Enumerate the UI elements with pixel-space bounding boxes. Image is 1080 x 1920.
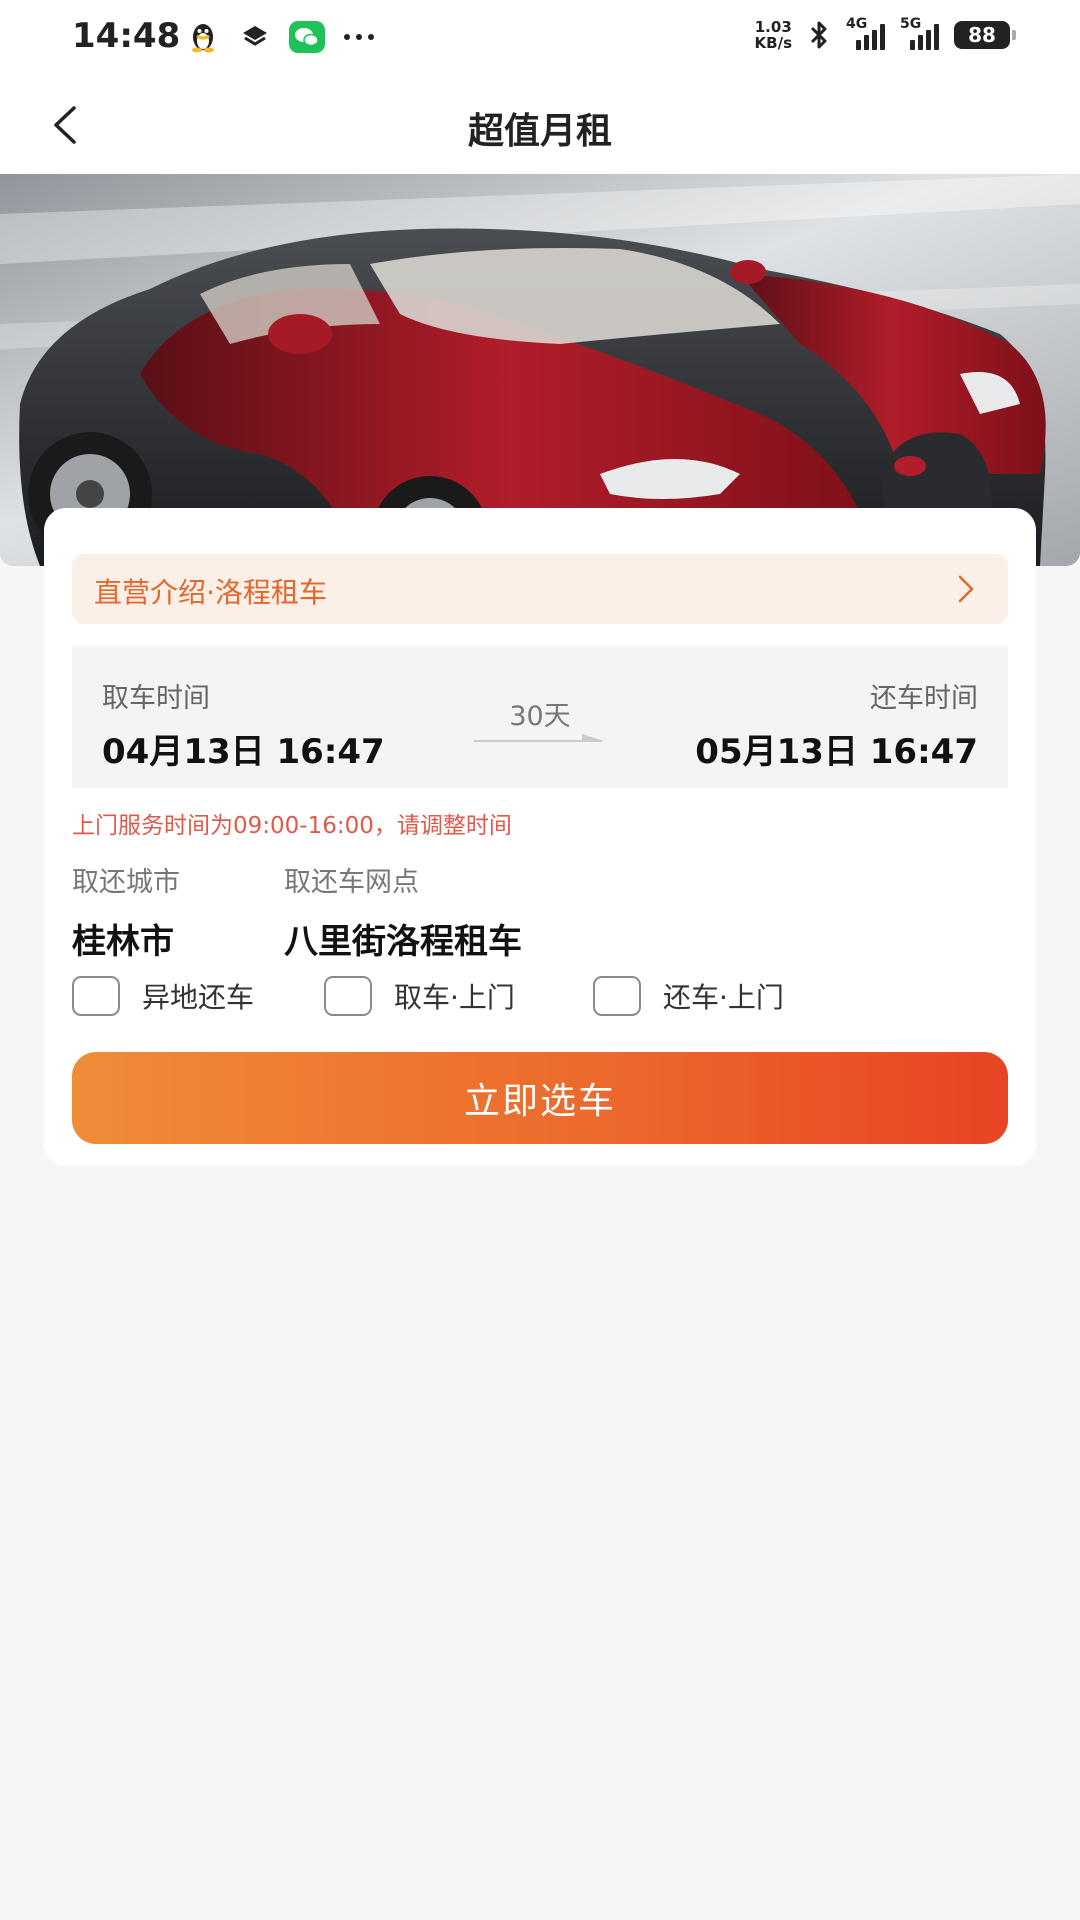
option-label: 异地还车 [142, 981, 255, 1014]
rental-duration: 30天 [509, 701, 571, 732]
store-value[interactable]: 八里街洛程租车 [284, 914, 522, 963]
status-time: 14:48 [72, 16, 181, 56]
cellular-4g-signal: 4G [846, 16, 890, 50]
bluetooth-icon [802, 18, 836, 52]
chevron-right-icon [958, 575, 974, 603]
option-label: 还车·上门 [663, 981, 784, 1014]
intro-label: 直营介绍·洛程租车 [94, 576, 327, 609]
network-speed: 1.03 KB/s [754, 18, 792, 52]
option-pickup-delivery[interactable]: 取车·上门 [324, 976, 515, 1016]
intro-banner[interactable]: 直营介绍·洛程租车 [72, 554, 1008, 624]
qq-penguin-icon [186, 20, 220, 54]
more-dots-icon [342, 20, 376, 54]
battery-indicator: 88 [954, 21, 1016, 49]
arrow-right-icon [474, 734, 604, 742]
option-label: 取车·上门 [394, 981, 515, 1014]
checkbox[interactable] [324, 976, 372, 1016]
pickup-time-label: 取车时间 [102, 683, 210, 714]
service-options: 异地还车 取车·上门 还车·上门 [72, 976, 1008, 1022]
status-bar: 14:48 1.03 KB/s 4G 5G 88 [0, 0, 1080, 76]
layers-icon [238, 20, 272, 54]
option-return-delivery[interactable]: 还车·上门 [593, 976, 784, 1016]
store-label: 取还车网点 [284, 867, 419, 898]
option-different-return[interactable]: 异地还车 [72, 976, 254, 1016]
city-label: 取还城市 [72, 867, 180, 898]
checkbox[interactable] [593, 976, 641, 1016]
return-time-value[interactable]: 05月13日 16:47 [695, 724, 978, 773]
page-title: 超值月租 [467, 111, 612, 152]
system-indicators: 1.03 KB/s 4G 5G 88 [754, 16, 1016, 52]
notification-icons [186, 20, 376, 54]
city-value[interactable]: 桂林市 [72, 914, 174, 963]
cellular-5g-signal: 5G [900, 16, 944, 50]
return-time-label: 还车时间 [870, 683, 978, 714]
select-car-button[interactable]: 立即选车 [72, 1052, 1008, 1144]
navigation-bar: 超值月租 [0, 76, 1080, 174]
service-time-warning: 上门服务时间为09:00-16:00，请调整时间 [72, 813, 512, 839]
checkbox[interactable] [72, 976, 120, 1016]
wechat-icon [289, 20, 325, 54]
pickup-time-value[interactable]: 04月13日 16:47 [102, 724, 385, 773]
rental-form-card: 直营介绍·洛程租车 取车时间 04月13日 16:47 30天 还车时间 05月… [44, 508, 1036, 1166]
rental-time-selector[interactable]: 取车时间 04月13日 16:47 30天 还车时间 05月13日 16:47 [72, 646, 1008, 788]
